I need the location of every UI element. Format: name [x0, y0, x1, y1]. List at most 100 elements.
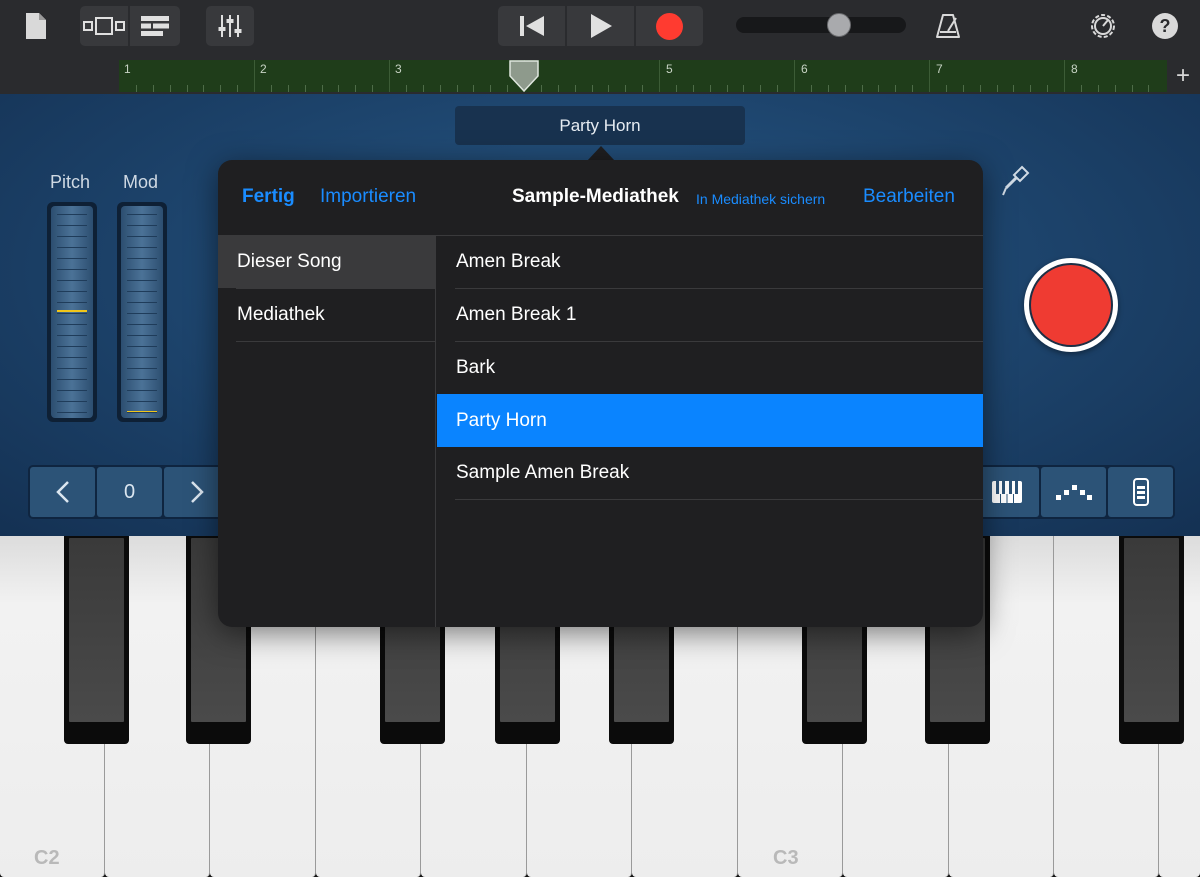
wheel-grip-line — [57, 313, 87, 314]
keyboard-mode-button[interactable] — [974, 467, 1039, 517]
settings-icon — [1091, 14, 1115, 38]
wheel-grip-line — [57, 368, 87, 369]
ruler-tick — [726, 85, 728, 92]
ruler-tick — [675, 85, 677, 92]
view-switcher — [80, 6, 180, 46]
ruler-tick — [979, 85, 981, 92]
my-songs-button[interactable] — [18, 8, 54, 44]
ruler-tick — [135, 85, 137, 92]
ruler-tick — [962, 85, 964, 92]
wheel-grip-line — [57, 214, 87, 215]
wheel-grip-line — [57, 346, 87, 347]
play-button[interactable] — [567, 6, 636, 46]
ruler-tick — [692, 85, 694, 92]
wheel-grip-line — [127, 302, 157, 303]
ruler-tick — [1030, 85, 1032, 92]
wheel-grip-line — [127, 412, 157, 413]
ruler-tick — [152, 85, 154, 92]
wheel-grip-line — [57, 280, 87, 281]
pitch-wheel[interactable] — [47, 202, 97, 422]
ruler-tick — [945, 85, 947, 92]
bar-number: 8 — [1071, 62, 1078, 76]
ruler-tick — [861, 85, 863, 92]
slider-control-icon — [1132, 478, 1149, 506]
popover-header: Fertig Importieren Sample-Mediathek In M… — [218, 160, 983, 236]
octave-down-button[interactable] — [30, 467, 95, 517]
ruler-tick — [608, 85, 610, 92]
bar-number: 5 — [666, 62, 673, 76]
ruler-tick — [642, 85, 644, 92]
metronome-button[interactable] — [930, 8, 966, 44]
save-to-library-button[interactable]: In Mediathek sichern — [696, 191, 825, 207]
ruler-tick — [540, 85, 542, 92]
mixer-icon — [218, 15, 242, 37]
ruler-tick — [422, 85, 424, 92]
ruler-tick — [473, 85, 475, 92]
edit-button[interactable]: Bearbeiten — [863, 186, 955, 208]
keyboard-mode-control — [972, 465, 1175, 519]
sample-item-label: Amen Break — [456, 251, 561, 272]
source-item-label: Dieser Song — [237, 251, 342, 272]
ruler-tick — [220, 85, 222, 92]
mod-wheel[interactable] — [117, 202, 167, 422]
add-section-button[interactable]: + — [1170, 62, 1196, 90]
sample-item-sample-amen-break[interactable]: Sample Amen Break — [437, 447, 983, 499]
sample-item-party-horn-selected[interactable]: Party Horn — [437, 394, 983, 447]
document-icon — [26, 13, 46, 39]
import-button[interactable]: Importieren — [320, 186, 416, 208]
ruler-tick — [1114, 85, 1116, 92]
record-icon — [656, 12, 683, 40]
arpeggiator-button[interactable] — [1041, 467, 1106, 517]
source-item-mediathek[interactable]: Mediathek — [218, 289, 436, 341]
sample-list: Amen Break Amen Break 1 Bark Party Horn … — [437, 236, 983, 627]
sample-item-bark[interactable]: Bark — [437, 342, 983, 394]
timeline-ruler[interactable]: 1 2 3 4 5 6 7 8 — [119, 60, 1167, 92]
octave-control: 0 — [28, 465, 231, 519]
key-label-c2: C2 — [34, 847, 60, 869]
divider — [236, 341, 436, 342]
help-button[interactable]: ? — [1150, 8, 1180, 44]
ruler-tick — [338, 85, 340, 92]
mixer-button[interactable] — [206, 6, 254, 46]
record-button[interactable] — [636, 6, 703, 46]
settings-button[interactable] — [1085, 8, 1121, 44]
black-key-top — [69, 538, 124, 722]
ruler-tick — [1047, 85, 1049, 92]
ruler-tick — [827, 85, 829, 92]
ruler-tick — [1013, 85, 1015, 92]
volume-knob[interactable] — [827, 13, 851, 37]
black-key[interactable] — [1119, 536, 1184, 744]
wheel-grip-line — [57, 335, 87, 336]
sample-name-button[interactable]: Party Horn — [455, 106, 745, 145]
sample-item-label: Sample Amen Break — [456, 462, 630, 483]
wheel-grip-line — [57, 379, 87, 380]
source-item-dieser-song[interactable]: Dieser Song — [218, 236, 436, 288]
sample-item-amen-break-1[interactable]: Amen Break 1 — [437, 289, 983, 341]
bar-line — [659, 60, 660, 92]
done-button[interactable]: Fertig — [242, 186, 295, 208]
tracks-view-button[interactable] — [130, 6, 180, 46]
wheel-grip-line — [127, 368, 157, 369]
browser-view-button[interactable] — [80, 6, 130, 46]
arpeggiator-icon — [1055, 485, 1092, 500]
ruler-tick — [557, 85, 559, 92]
black-key[interactable] — [64, 536, 129, 744]
keyboard-icon — [991, 481, 1022, 503]
divider — [236, 288, 436, 289]
playhead-icon[interactable] — [509, 60, 539, 92]
ruler-tick — [777, 85, 779, 92]
sample-item-amen-break[interactable]: Amen Break — [437, 236, 983, 288]
rewind-button[interactable] — [498, 6, 567, 46]
audio-input-jack-icon[interactable] — [1000, 165, 1030, 201]
bar-number: 1 — [124, 62, 131, 76]
ruler-tick — [1097, 85, 1099, 92]
mod-wheel-track — [121, 206, 163, 418]
wheel-grip-line — [127, 214, 157, 215]
controls-button[interactable] — [1108, 467, 1173, 517]
octave-value-label: 0 — [123, 480, 136, 503]
sample-record-button[interactable] — [1024, 258, 1118, 352]
wheel-grip-line — [57, 412, 87, 413]
master-volume-slider[interactable] — [736, 13, 906, 37]
divider — [455, 499, 983, 500]
ruler-tick — [186, 85, 188, 92]
